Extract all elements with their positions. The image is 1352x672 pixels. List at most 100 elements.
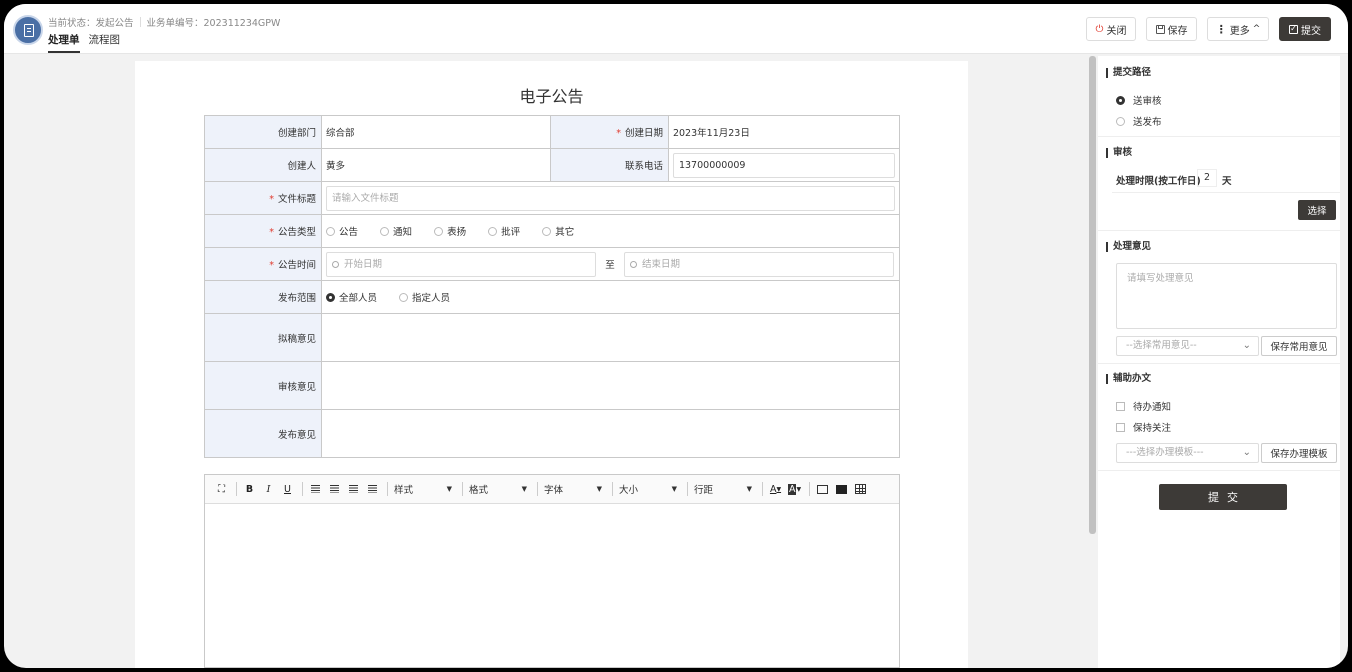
toolbar-divider [236,482,237,496]
tab-flowchart[interactable]: 流程图 [89,32,121,51]
video-icon [836,484,847,494]
divider [1112,192,1340,193]
align-right-icon [349,485,358,493]
save-common-opinion-button[interactable]: 保存常用意见 [1261,336,1337,356]
template-select[interactable]: ---选择办理模板--- ⌄ [1116,443,1259,463]
fullscreen-icon[interactable]: ⛶ [213,481,230,498]
radio-icon [326,227,335,236]
radio-icon [399,293,409,302]
align-justify-button[interactable] [364,481,381,498]
italic-button[interactable]: I [260,481,277,498]
app-window: 当前状态：发起公告 业务单编号：202311234GPW 处理单 流程图 ⏻ 关闭 保… [4,4,1348,668]
caret-down-icon: ▼ [446,485,452,493]
todo-notice-checkbox[interactable]: 待办通知 [1116,399,1171,413]
font-dropdown[interactable]: 字体 ▼ [542,482,602,496]
size-dropdown[interactable]: 大小 ▼ [617,482,677,496]
caret-down-icon: ▼ [671,485,677,493]
choose-button[interactable]: 选择 [1298,200,1336,220]
insert-image-button[interactable] [814,481,831,498]
page-header: 当前状态：发起公告 业务单编号：202311234GPW 处理单 流程图 ⏻ 关闭 保… [4,4,1348,54]
date-range-separator: 至 [605,260,615,271]
save-button[interactable]: 保存 [1146,17,1197,41]
toolbar-divider [387,482,388,496]
underline-button[interactable]: U [279,481,296,498]
style-dropdown[interactable]: 样式 ▼ [392,482,452,496]
save-button-label: 保存 [1167,25,1188,37]
checkbox-icon [1116,423,1125,432]
side-panel: 提交路径 送审核 送发布 审核 处理时限(按工作日) 2 天 选择 处理意见 请… [1098,56,1340,668]
radio-icon [488,227,498,236]
vertical-scrollbar[interactable] [1089,56,1096,534]
type-option-criticism[interactable]: 批评 [488,224,520,238]
route-option-review[interactable]: 送审核 [1116,93,1162,107]
phone-input[interactable]: 13700000009 [672,152,895,178]
scope-option-specified[interactable]: 指定人员 [399,290,450,304]
panel-submit-button[interactable]: 提交 [1159,484,1287,510]
submit-button[interactable]: ✓ 提交 [1279,17,1331,41]
common-opinion-select[interactable]: --选择常用意见-- ⌄ [1116,336,1259,356]
dept-value: 综合部 [321,115,551,149]
tab-bar: 处理单 流程图 [48,32,129,53]
review-opinion-label: 审核意见 [204,361,322,410]
avatar [13,15,43,45]
route-option-publish[interactable]: 送发布 [1116,114,1162,128]
document-paper: 电子公告 创建部门 综合部 * 创建日期 2023年11月23日 创建人 黄多 联… [135,61,968,668]
save-icon [1155,24,1165,34]
tab-process-form[interactable]: 处理单 [48,32,80,53]
type-label: * 公告类型 [204,214,322,248]
close-button[interactable]: ⏻ 关闭 [1086,17,1136,41]
font-color-button[interactable]: A ▼ [767,481,784,498]
draft-opinion-field[interactable] [321,313,900,362]
clock-icon [630,260,637,268]
align-justify-icon [368,485,377,493]
time-label: * 公告时间 [204,247,322,281]
review-opinion-field[interactable] [321,361,900,410]
type-option-inform[interactable]: 通知 [380,224,412,238]
divider [1098,363,1340,364]
editor-content-area[interactable] [205,504,899,668]
document-title: 电子公告 [519,87,584,106]
chevron-up-icon: ^ [1252,24,1261,34]
keep-watch-checkbox[interactable]: 保持关注 [1116,420,1171,434]
phone-label: 联系电话 [549,148,669,182]
divider [1098,230,1340,231]
align-left-button[interactable] [307,481,324,498]
start-date-input[interactable]: 开始日期 [326,251,596,277]
save-template-button[interactable]: 保存办理模板 [1261,443,1337,463]
end-date-input[interactable]: 结束日期 [624,251,894,277]
publish-opinion-field[interactable] [321,409,900,458]
toolbar-divider [537,482,538,496]
subject-input[interactable]: 请输入文件标题 [326,185,895,211]
line-height-dropdown[interactable]: 行距 ▼ [692,482,752,496]
bg-color-button[interactable]: A ▼ [786,481,803,498]
format-dropdown[interactable]: 格式 ▼ [467,482,527,496]
deadline-unit: 天 [1222,176,1232,187]
deadline-input[interactable]: 2 [1197,169,1217,187]
insert-video-button[interactable] [833,481,850,498]
toolbar-divider [302,482,303,496]
radio-icon [1116,117,1125,126]
align-right-button[interactable] [345,481,362,498]
radio-icon [380,227,390,236]
caret-down-icon: ▼ [596,485,602,493]
checkbox-icon [1116,402,1125,411]
review-section-title: 审核 [1106,148,1132,158]
toolbar-divider [612,482,613,496]
opinion-textarea[interactable]: 请填写处理意见 [1116,263,1337,329]
opinion-section-title: 处理意见 [1106,242,1151,252]
editor-toolbar: ⛶ B I U 样式 ▼ 格式 ▼ 字体 ▼ 大小 ▼ 行距 ▼ A ▼ A ▼ [205,475,899,504]
deadline-label: 处理时限(按工作日) [1116,176,1201,187]
route-section-title: 提交路径 [1106,68,1151,78]
divider [1098,470,1340,471]
close-button-label: 关闭 [1106,25,1127,37]
more-button[interactable]: ⋮ 更多 ^ [1207,17,1269,41]
draft-opinion-label: 拟稿意见 [204,313,322,362]
type-option-notice[interactable]: 公告 [326,224,358,238]
align-center-button[interactable] [326,481,343,498]
insert-table-button[interactable] [852,481,869,498]
dept-label: 创建部门 [204,115,322,149]
scope-option-all[interactable]: 全部人员 [326,290,377,304]
type-option-praise[interactable]: 表扬 [434,224,466,238]
bold-button[interactable]: B [241,481,258,498]
type-option-other[interactable]: 其它 [542,224,574,238]
